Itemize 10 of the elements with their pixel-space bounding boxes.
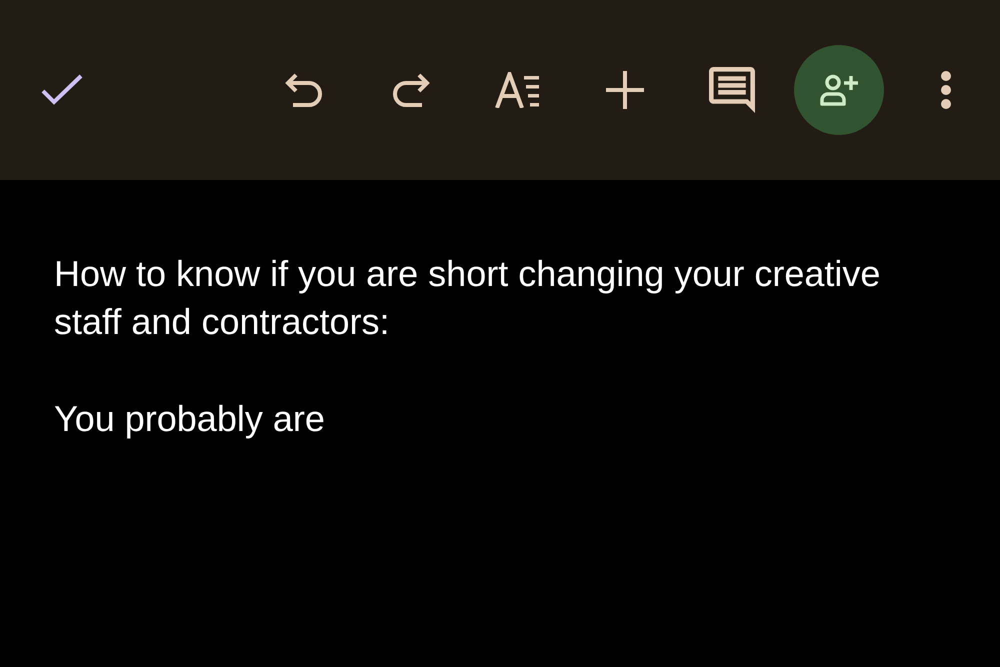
text-format-icon [495, 72, 541, 108]
document-paragraph: How to know if you are short changing your creative staff and contractors: [54, 252, 882, 344]
comment-icon [709, 67, 755, 113]
more-icon [940, 70, 952, 110]
plus-icon [606, 71, 644, 109]
person-add-icon [820, 74, 858, 106]
document-paragraph: You probably are [54, 397, 326, 441]
undo-icon [285, 73, 323, 107]
check-icon [41, 74, 83, 106]
redo-icon [392, 73, 430, 107]
